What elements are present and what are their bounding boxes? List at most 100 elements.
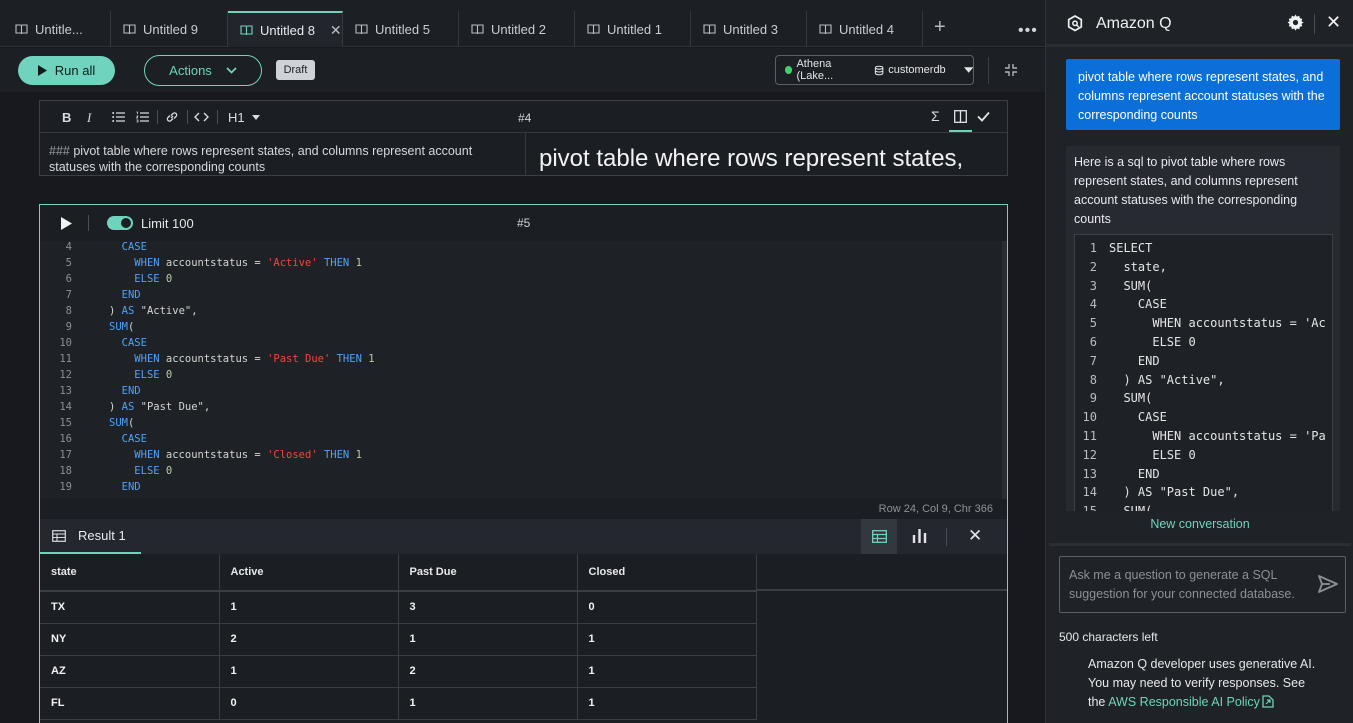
line-number: 15 bbox=[1075, 504, 1097, 511]
table-cell[interactable]: 1 bbox=[398, 687, 578, 720]
line-number: 9 bbox=[65, 321, 72, 333]
line-number: 11 bbox=[1082, 429, 1097, 443]
table-cell[interactable]: 3 bbox=[398, 591, 578, 624]
code-line[interactable]: 18 ELSE 0 bbox=[40, 465, 1002, 481]
code-line: 8 ) AS "Active", bbox=[1075, 373, 1332, 392]
table-cell[interactable]: 0 bbox=[219, 687, 399, 720]
editor-scrollbar[interactable] bbox=[1002, 241, 1007, 499]
gear-icon[interactable] bbox=[1287, 14, 1304, 31]
code-line[interactable]: 8) AS "Active", bbox=[40, 305, 1002, 321]
code-line[interactable]: 4 CASE bbox=[40, 241, 1002, 257]
sql-editor[interactable]: 4 CASE 5 WHEN accountstatus = 'Active' TH… bbox=[40, 241, 1002, 499]
check-icon[interactable] bbox=[977, 111, 990, 122]
question-input[interactable] bbox=[1069, 566, 1309, 606]
code-line[interactable]: 10 CASE bbox=[40, 337, 1002, 353]
column-header[interactable]: Active bbox=[219, 554, 399, 592]
tab-result-1[interactable]: Result 1 bbox=[40, 519, 141, 554]
code-line[interactable]: 13 END bbox=[40, 385, 1002, 401]
table-cell[interactable]: 1 bbox=[577, 623, 757, 656]
table-header-row: state Active Past Due Closed bbox=[40, 554, 757, 592]
connection-selector[interactable]: Athena (Lake... customerdb bbox=[775, 55, 974, 85]
tab-untitled-4[interactable]: Untitled 4 bbox=[807, 11, 923, 47]
table-cell[interactable]: TX bbox=[40, 591, 220, 624]
bullet-list-icon[interactable] bbox=[112, 111, 125, 123]
numbered-list-icon[interactable] bbox=[136, 111, 149, 123]
code-line[interactable]: 17 WHEN accountstatus = 'Closed' THEN 1 bbox=[40, 449, 1002, 465]
table-cell[interactable]: 1 bbox=[577, 687, 757, 720]
bold-button[interactable]: B bbox=[62, 110, 71, 125]
new-conversation-link[interactable]: New conversation bbox=[1046, 517, 1353, 531]
limit-toggle[interactable] bbox=[107, 216, 133, 230]
tab-untitled-8[interactable]: Untitled 8 ✕ bbox=[228, 11, 343, 47]
suggested-sql-code[interactable]: 1 SELECT 2 state, 3 SUM(4 CASE 5 WHEN accoun… bbox=[1074, 234, 1333, 511]
bar-chart-icon[interactable] bbox=[912, 528, 927, 543]
table-cell[interactable]: NY bbox=[40, 623, 220, 656]
table-cell[interactable]: 0 bbox=[577, 591, 757, 624]
tab-bar: Untitle... Untitled 9 Untitled 8 ✕ Untit… bbox=[0, 0, 1045, 47]
code-line[interactable]: 19 END bbox=[40, 481, 1002, 497]
table-cell[interactable]: AZ bbox=[40, 655, 220, 688]
code-icon[interactable] bbox=[194, 111, 209, 123]
send-icon[interactable] bbox=[1318, 575, 1338, 593]
characters-left: 500 characters left bbox=[1059, 630, 1158, 644]
tab-untitled-5[interactable]: Untitled 5 bbox=[343, 11, 459, 47]
code-line[interactable]: 16 CASE bbox=[40, 433, 1002, 449]
table-cell[interactable]: 1 bbox=[577, 655, 757, 688]
close-tab-icon[interactable]: ✕ bbox=[330, 22, 342, 39]
divider bbox=[157, 110, 158, 124]
heading-select[interactable]: H1 bbox=[228, 110, 245, 125]
table-cell[interactable]: 1 bbox=[398, 623, 578, 656]
tab-untitled[interactable]: Untitle... bbox=[3, 11, 111, 47]
code-line: 3 SUM( bbox=[1075, 279, 1332, 298]
run-all-button[interactable]: Run all bbox=[18, 56, 115, 85]
code-line[interactable]: 15 SUM( bbox=[40, 417, 1002, 433]
table-cell[interactable]: 1 bbox=[219, 591, 399, 624]
responsible-ai-policy-link[interactable]: AWS Responsible AI Policy bbox=[1108, 695, 1274, 709]
code-line: 7 END bbox=[1075, 354, 1332, 373]
line-number: 12 bbox=[1082, 447, 1097, 462]
tab-untitled-9[interactable]: Untitled 9 bbox=[111, 11, 228, 47]
markdown-cell[interactable]: B I H1 #4 Σ ### pivot table where rows r… bbox=[39, 100, 1008, 176]
close-panel-icon[interactable]: ✕ bbox=[1326, 12, 1341, 33]
markdown-source[interactable]: ### pivot table where rows represent sta… bbox=[49, 143, 514, 175]
code-line[interactable]: 6 ELSE 0 bbox=[40, 273, 1002, 289]
code-line[interactable]: 7 END bbox=[40, 289, 1002, 305]
cell-number: #4 bbox=[518, 111, 532, 125]
code-line[interactable]: 9 SUM( bbox=[40, 321, 1002, 337]
user-message: pivot table where rows represent states,… bbox=[1066, 59, 1340, 130]
sigma-icon[interactable]: Σ bbox=[931, 108, 940, 124]
split-view-icon[interactable] bbox=[954, 110, 967, 123]
actions-button[interactable]: Actions bbox=[144, 55, 262, 86]
caret-down-icon[interactable] bbox=[252, 115, 260, 120]
add-tab-icon[interactable]: + bbox=[934, 16, 946, 39]
sql-cell[interactable]: Limit 100 #5 4 CASE 5 WHEN accountstatus … bbox=[39, 204, 1008, 723]
code-text: SUM( bbox=[1109, 391, 1153, 406]
more-icon[interactable]: ••• bbox=[1018, 22, 1038, 40]
code-line[interactable]: 5 WHEN accountstatus = 'Active' THEN 1 bbox=[40, 257, 1002, 273]
tab-untitled-3[interactable]: Untitled 3 bbox=[691, 11, 807, 47]
table-cell[interactable]: 2 bbox=[398, 655, 578, 688]
table-cell[interactable]: FL bbox=[40, 687, 220, 720]
table-cell[interactable]: 1 bbox=[219, 655, 399, 688]
column-header[interactable]: Past Due bbox=[398, 554, 578, 592]
italic-button[interactable]: I bbox=[87, 110, 91, 126]
line-number: 14 bbox=[59, 401, 72, 413]
column-header[interactable]: state bbox=[40, 554, 220, 592]
collapse-icon[interactable] bbox=[1004, 63, 1018, 77]
link-icon[interactable] bbox=[165, 110, 179, 124]
tab-untitled-2[interactable]: Untitled 2 bbox=[459, 11, 575, 47]
code-line[interactable]: 11 WHEN accountstatus = 'Past Due' THEN … bbox=[40, 353, 1002, 369]
external-link-icon bbox=[1262, 695, 1274, 708]
code-line[interactable]: 12 ELSE 0 bbox=[40, 369, 1002, 385]
tab-untitled-1[interactable]: Untitled 1 bbox=[575, 11, 691, 47]
column-header[interactable]: Closed bbox=[577, 554, 757, 592]
notebook-icon bbox=[123, 23, 136, 34]
line-number: 3 bbox=[1089, 278, 1097, 293]
table-cell[interactable]: 2 bbox=[219, 623, 399, 656]
close-result-icon[interactable]: ✕ bbox=[968, 526, 982, 546]
code-text: END bbox=[121, 289, 141, 301]
table-view-button[interactable] bbox=[861, 519, 897, 554]
run-cell-icon[interactable] bbox=[61, 217, 72, 230]
code-text: ) AS "Past Due", bbox=[1109, 485, 1240, 500]
code-line[interactable]: 14) AS "Past Due", bbox=[40, 401, 1002, 417]
